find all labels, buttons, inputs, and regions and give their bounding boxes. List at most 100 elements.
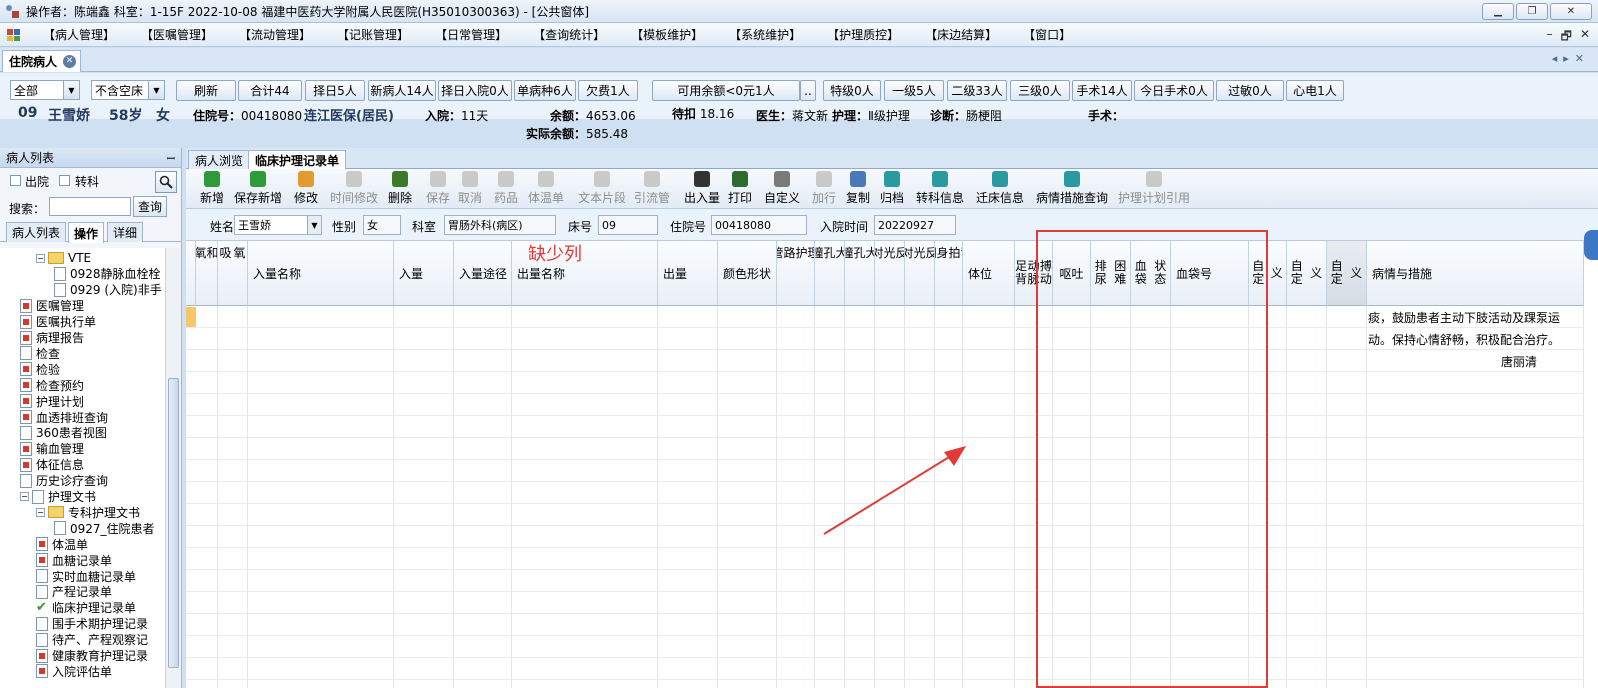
- column-header[interactable]: 足背 动脉 搏动: [1015, 241, 1053, 306]
- tree-item[interactable]: 护理计划: [20, 393, 84, 409]
- mdi-restore-icon[interactable]: 🗗: [1561, 27, 1572, 48]
- filter-button-3[interactable]: 新病人14人: [368, 80, 436, 101]
- chevron-down-icon[interactable]: ▼: [307, 216, 321, 234]
- level-filter-button-7[interactable]: 心电1人: [1286, 80, 1344, 101]
- tree-item[interactable]: 0928静脉血栓栓: [54, 266, 161, 282]
- filter-button-1[interactable]: 合计44: [238, 80, 302, 101]
- menu-item-7[interactable]: 【系统维护】: [716, 26, 814, 43]
- toolbar-button-7[interactable]: 药品: [494, 171, 518, 207]
- collapse-icon[interactable]: −: [36, 253, 45, 263]
- tab-operations[interactable]: 操作: [68, 222, 105, 243]
- tree-item[interactable]: 健康教育护理记录: [36, 648, 148, 664]
- tree-item[interactable]: − VTE: [36, 250, 91, 266]
- tree-item[interactable]: 检查预约: [20, 377, 84, 393]
- tree-item[interactable]: 0927_住院患者: [54, 520, 155, 536]
- tree-item[interactable]: 体征信息: [20, 457, 84, 473]
- toolbar-button-20[interactable]: 护理计划引用: [1118, 171, 1190, 207]
- menu-item-9[interactable]: 【床边结算】: [912, 26, 1010, 43]
- toolbar-button-5[interactable]: 保存: [426, 171, 450, 207]
- balance-filter-button[interactable]: 可用余额<0元1人: [652, 80, 800, 101]
- tab-nursing-record[interactable]: 临床护理记录单: [248, 150, 347, 170]
- column-header[interactable]: 管路护理: [777, 241, 815, 306]
- toolbar-button-13[interactable]: 自定义: [764, 171, 800, 207]
- column-header[interactable]: 右对光反射: [905, 241, 935, 306]
- tree-item[interactable]: 入院评估单: [36, 663, 112, 679]
- collapse-icon[interactable]: −: [36, 507, 45, 517]
- toolbar-button-4[interactable]: 删除: [388, 171, 412, 207]
- minimize-button[interactable]: ▁: [1482, 3, 1514, 20]
- menu-item-2[interactable]: 【流动管理】: [226, 26, 324, 43]
- column-header[interactable]: 翻身拍背: [935, 241, 963, 306]
- filter-button-4[interactable]: 择日入院0人: [438, 80, 512, 101]
- toolbar-button-8[interactable]: 体温单: [528, 171, 564, 207]
- tab-inpatients[interactable]: 住院病人 ✕: [2, 50, 82, 72]
- column-header[interactable]: 出量: [658, 241, 718, 306]
- column-header[interactable]: 体位: [963, 241, 1015, 306]
- toolbar-button-6[interactable]: 取消: [458, 171, 482, 207]
- collapse-icon[interactable]: −: [20, 492, 29, 501]
- search-input[interactable]: [49, 197, 131, 216]
- toolbar-button-11[interactable]: 出入量: [684, 171, 720, 207]
- scroll-thumb[interactable]: [168, 378, 179, 668]
- toolbar-button-10[interactable]: 引流管: [634, 171, 670, 207]
- tree-item[interactable]: 病理报告: [20, 330, 84, 346]
- level-filter-button-3[interactable]: 三级0人: [1010, 80, 1070, 101]
- tree-item[interactable]: 实时血糖记录单: [36, 568, 136, 584]
- tree-item[interactable]: 血糖记录单: [36, 552, 112, 568]
- tree-item[interactable]: ✔ 临床护理记录单: [36, 600, 136, 616]
- tab-patient-browse[interactable]: 病人浏览: [188, 150, 251, 169]
- toolbar-button-17[interactable]: 转科信息: [916, 171, 964, 207]
- column-header[interactable]: 血袋号: [1171, 241, 1249, 306]
- tree-item[interactable]: 360患者视图: [20, 425, 107, 441]
- mdi-minimize-icon[interactable]: –: [1547, 27, 1553, 48]
- toolbar-button-18[interactable]: 迁床信息: [976, 171, 1024, 207]
- pin-icon[interactable]: ꟷ: [167, 151, 175, 165]
- scope-select[interactable]: 全部 ▼: [10, 80, 80, 100]
- column-header[interactable]: 自定义: [1327, 241, 1367, 306]
- column-header[interactable]: 颜色形状: [718, 241, 777, 306]
- balance-more-button[interactable]: ..: [800, 80, 816, 101]
- level-filter-button-6[interactable]: 过敏0人: [1216, 80, 1284, 101]
- tree-item[interactable]: 输血管理: [20, 441, 84, 457]
- column-header[interactable]: 左瞳孔大小: [815, 241, 845, 306]
- tree-item[interactable]: − 护理文书: [20, 489, 96, 505]
- column-header[interactable]: 自定义: [1287, 241, 1327, 306]
- level-filter-button-5[interactable]: 今日手术0人: [1134, 80, 1214, 101]
- column-header[interactable]: 入量途径: [454, 241, 512, 306]
- search-icon[interactable]: [155, 171, 177, 193]
- toolbar-button-15[interactable]: 复制: [846, 171, 870, 207]
- tree-item[interactable]: 0929 (入院)非手: [54, 282, 162, 298]
- tree-item[interactable]: 产程记录单: [36, 584, 112, 600]
- menu-item-6[interactable]: 【模板维护】: [618, 26, 716, 43]
- column-header[interactable]: 呕吐: [1053, 241, 1091, 306]
- chevron-down-icon[interactable]: ▼: [63, 81, 79, 99]
- tree-item[interactable]: 血透排班查询: [20, 409, 108, 425]
- bed-filter-select[interactable]: 不含空床 ▼: [91, 80, 165, 100]
- column-header[interactable]: 左对光反射: [875, 241, 905, 306]
- column-header[interactable]: 入量: [394, 241, 454, 306]
- level-filter-button-2[interactable]: 二级33人: [947, 80, 1007, 101]
- tab-details[interactable]: 详细: [107, 222, 144, 242]
- mdi-close-icon[interactable]: ✕: [1580, 27, 1590, 48]
- toolbar-button-9[interactable]: 文本片段: [578, 171, 626, 207]
- column-header[interactable]: 自定义: [1249, 241, 1287, 306]
- toolbar-button-2[interactable]: 修改: [294, 171, 318, 207]
- tree-item[interactable]: 检验: [20, 361, 60, 377]
- level-filter-button-1[interactable]: 一级5人: [884, 80, 944, 101]
- tree-item[interactable]: 待产、产程观察记: [36, 632, 148, 648]
- tree-item[interactable]: 医嘱执行单: [20, 314, 96, 330]
- transfer-checkbox[interactable]: [59, 175, 70, 186]
- tree-item[interactable]: − 专科护理文书: [36, 504, 140, 520]
- close-window-button[interactable]: ✕: [1550, 3, 1592, 20]
- filter-button-2[interactable]: 择日5人: [305, 80, 365, 101]
- toolbar-button-16[interactable]: 归档: [880, 171, 904, 207]
- menu-item-0[interactable]: 【病人管理】: [30, 26, 128, 43]
- menu-item-3[interactable]: 【记账管理】: [324, 26, 422, 43]
- tree-item[interactable]: 检查: [20, 345, 60, 361]
- tab-scroll-arrows-icon[interactable]: ◂▸✕: [1552, 52, 1590, 65]
- level-filter-button-4[interactable]: 手术14人: [1072, 80, 1132, 101]
- menu-item-1[interactable]: 【医嘱管理】: [128, 26, 226, 43]
- query-button[interactable]: 查询: [133, 196, 167, 217]
- column-header[interactable]: 吸氧: [218, 241, 248, 306]
- menu-item-4[interactable]: 【日常管理】: [422, 26, 520, 43]
